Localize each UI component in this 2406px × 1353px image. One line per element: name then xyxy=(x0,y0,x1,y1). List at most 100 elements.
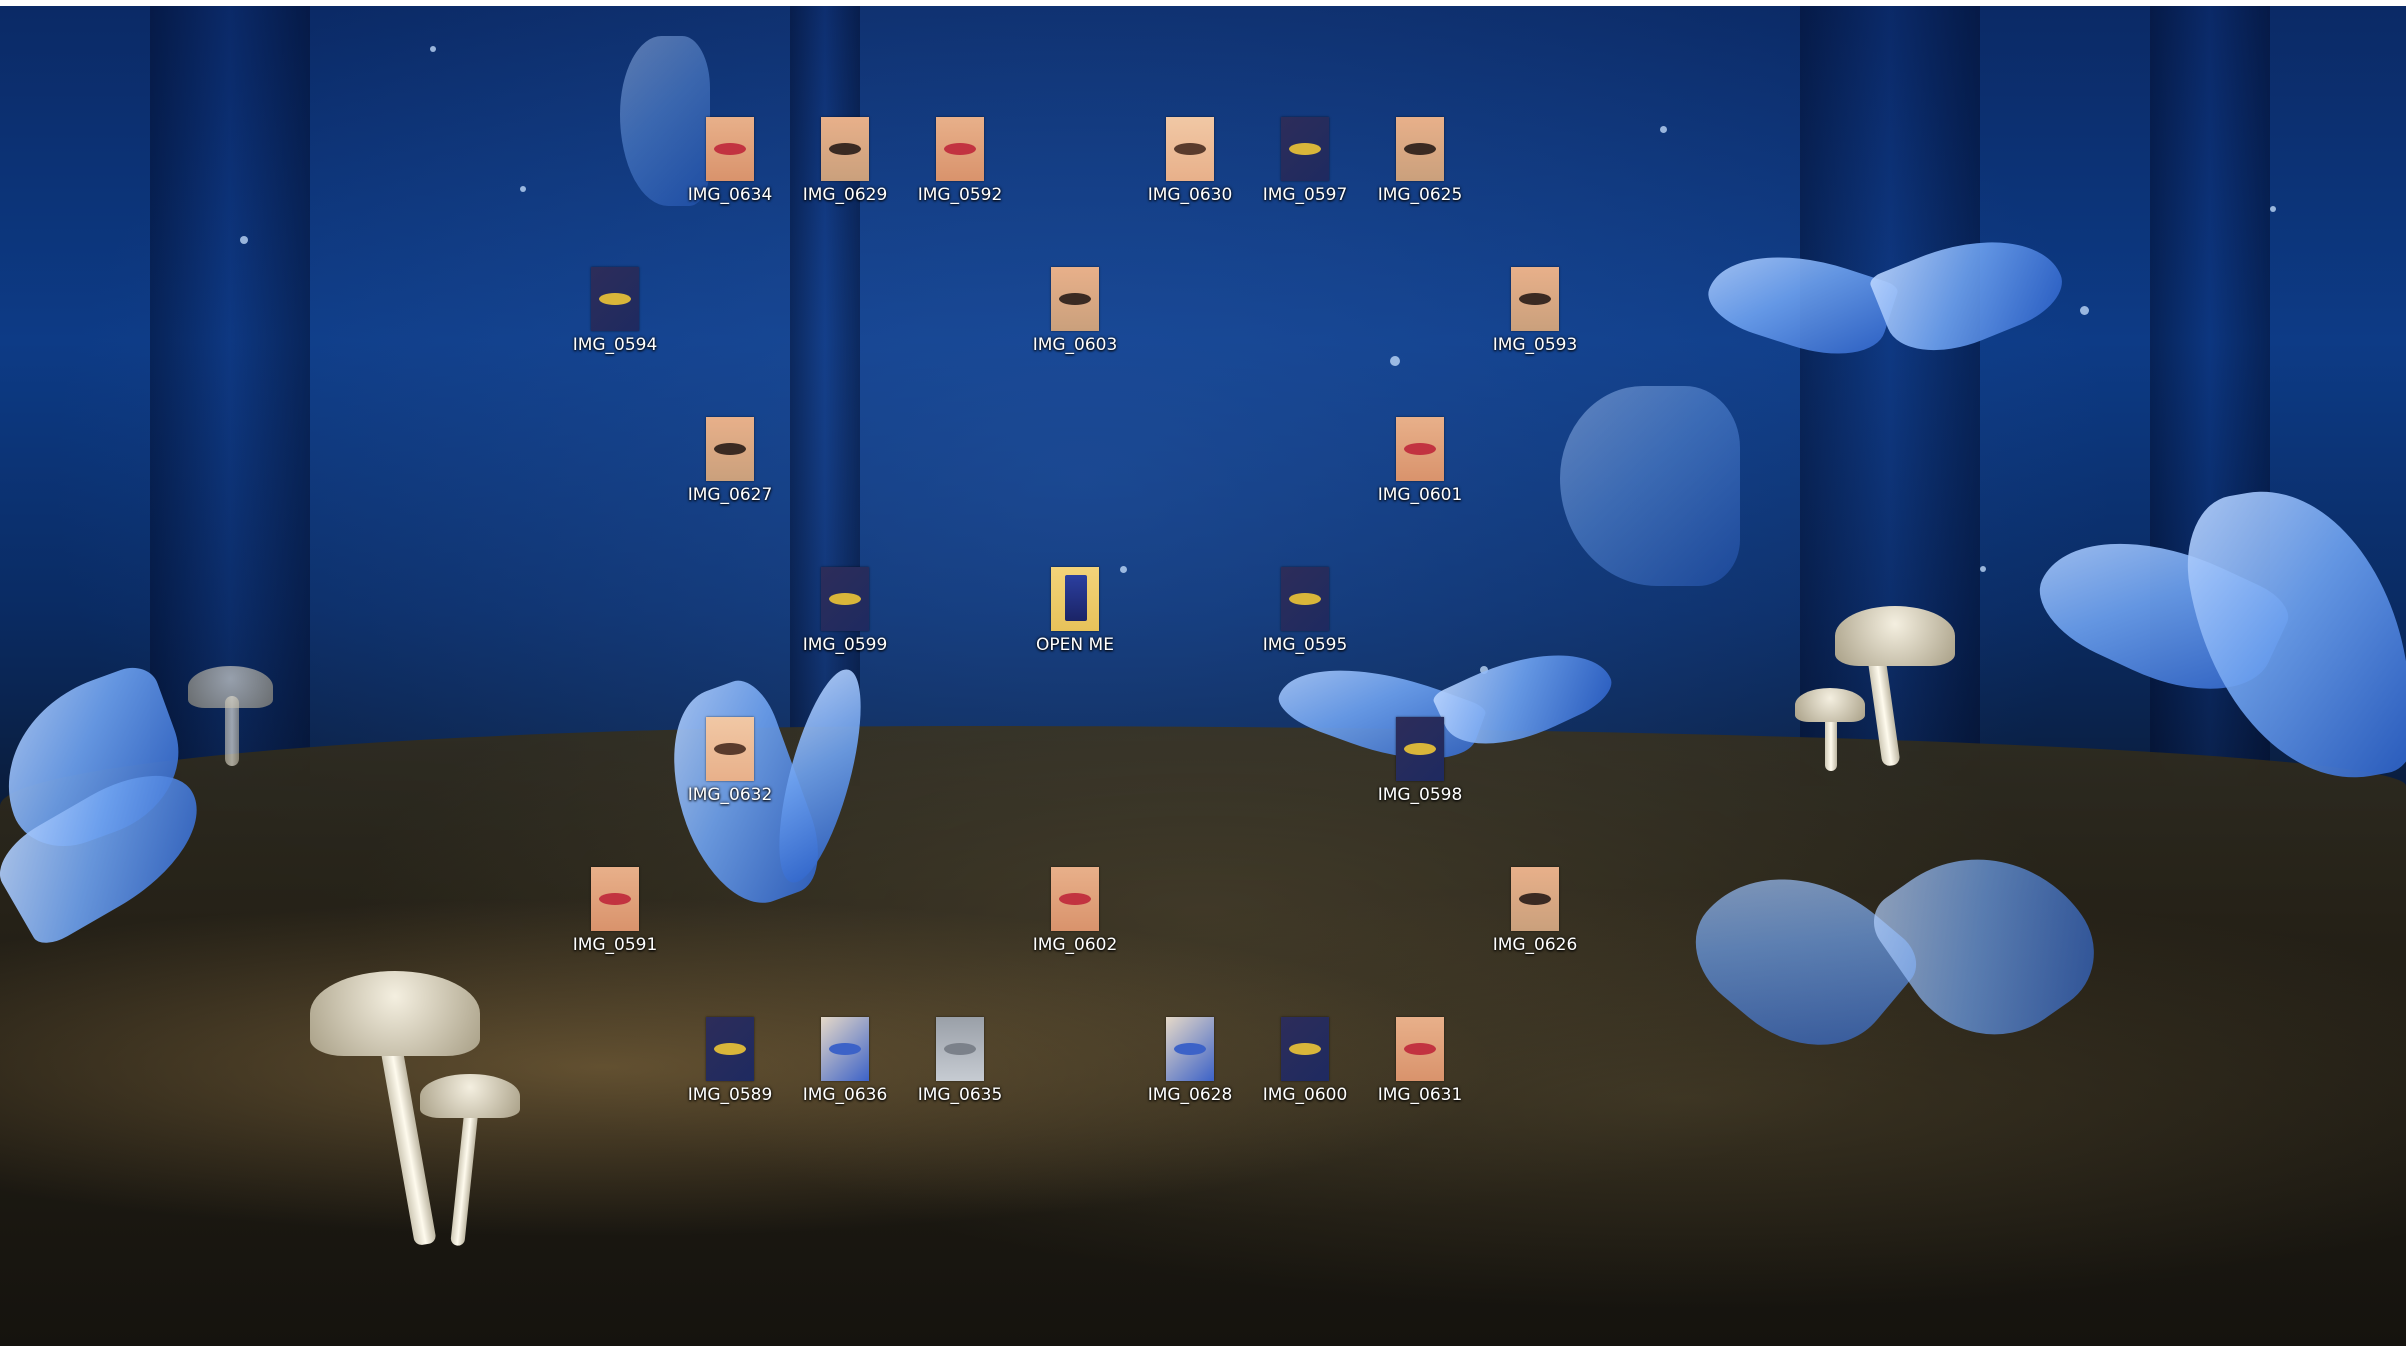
desktop-icon-label: IMG_0594 xyxy=(572,335,658,355)
thumbnail-detail xyxy=(1174,1043,1206,1055)
image-thumbnail-icon xyxy=(1166,1017,1214,1081)
bokeh-dot xyxy=(240,236,248,244)
desktop-file-icon[interactable]: IMG_0594 xyxy=(555,265,675,365)
thumbnail-detail xyxy=(714,143,746,155)
thumbnail-detail xyxy=(1289,143,1321,155)
desktop-file-icon[interactable]: IMG_0602 xyxy=(1015,865,1135,965)
wallpaper-tree-trunk xyxy=(1800,6,1980,786)
thumbnail-detail xyxy=(1059,293,1091,305)
mushroom-cap xyxy=(188,666,273,708)
thumbnail-detail xyxy=(1404,1043,1436,1055)
desktop-icon-label: IMG_0592 xyxy=(917,185,1003,205)
screen-frame-bottom xyxy=(0,1346,2406,1353)
desktop-icon-label: IMG_0603 xyxy=(1032,335,1118,355)
image-thumbnail-icon xyxy=(706,417,754,481)
bokeh-dot xyxy=(520,186,526,192)
image-thumbnail-icon xyxy=(821,567,869,631)
thumbnail-detail xyxy=(829,593,861,605)
thumbnail-detail xyxy=(599,293,631,305)
image-thumbnail-icon xyxy=(1511,267,1559,331)
desktop-file-icon[interactable]: IMG_0603 xyxy=(1015,265,1135,365)
desktop-icon-label: IMG_0635 xyxy=(917,1085,1003,1105)
mushroom-cap xyxy=(1835,606,1955,666)
desktop-icon-label: IMG_0597 xyxy=(1262,185,1348,205)
desktop-file-icon[interactable]: IMG_0601 xyxy=(1360,415,1480,515)
image-thumbnail-icon xyxy=(936,117,984,181)
bokeh-dot xyxy=(1390,356,1400,366)
desktop-folder-open-me[interactable]: OPEN ME xyxy=(1015,565,1135,665)
mushroom-cap xyxy=(310,971,480,1056)
image-thumbnail-icon xyxy=(821,1017,869,1081)
desktop-file-icon[interactable]: IMG_0600 xyxy=(1245,1015,1365,1115)
desktop-file-icon[interactable]: IMG_0629 xyxy=(785,115,905,215)
thumbnail-detail xyxy=(944,1043,976,1055)
image-thumbnail-icon xyxy=(706,1017,754,1081)
thumbnail-detail xyxy=(714,743,746,755)
bokeh-dot xyxy=(1980,566,1986,572)
image-thumbnail-icon xyxy=(1396,417,1444,481)
desktop-file-icon[interactable]: IMG_0595 xyxy=(1245,565,1365,665)
desktop-file-icon[interactable]: IMG_0597 xyxy=(1245,115,1365,215)
thumbnail-detail xyxy=(829,1043,861,1055)
image-thumbnail-icon xyxy=(1396,117,1444,181)
butterfly-wing xyxy=(1560,386,1740,586)
desktop-file-icon[interactable]: IMG_0630 xyxy=(1130,115,1250,215)
desktop-file-icon[interactable]: IMG_0593 xyxy=(1475,265,1595,365)
thumbnail-detail xyxy=(829,143,861,155)
image-thumbnail-icon xyxy=(1281,567,1329,631)
desktop-icon-label: IMG_0626 xyxy=(1492,935,1578,955)
thumbnail-detail xyxy=(1519,293,1551,305)
bokeh-dot xyxy=(2080,306,2089,315)
bokeh-dot xyxy=(1660,126,1667,133)
desktop-file-icon[interactable]: IMG_0626 xyxy=(1475,865,1595,965)
desktop-icon-label: IMG_0601 xyxy=(1377,485,1463,505)
desktop-icon-label: IMG_0629 xyxy=(802,185,888,205)
thumbnail-detail xyxy=(1404,443,1436,455)
image-thumbnail-icon xyxy=(821,117,869,181)
desktop-icon-label: IMG_0636 xyxy=(802,1085,888,1105)
desktop-icon-label: IMG_0628 xyxy=(1147,1085,1233,1105)
image-thumbnail-icon xyxy=(706,117,754,181)
bokeh-dot xyxy=(430,46,436,52)
desktop-file-icon[interactable]: IMG_0635 xyxy=(900,1015,1020,1115)
thumbnail-detail xyxy=(599,893,631,905)
screen-frame-top xyxy=(0,0,2406,6)
image-thumbnail-icon xyxy=(1051,867,1099,931)
desktop-icon-label: IMG_0631 xyxy=(1377,1085,1463,1105)
desktop-file-icon[interactable]: IMG_0628 xyxy=(1130,1015,1250,1115)
thumbnail-detail xyxy=(714,443,746,455)
thumbnail-detail xyxy=(1289,593,1321,605)
image-thumbnail-icon xyxy=(1396,717,1444,781)
desktop-file-icon[interactable]: IMG_0631 xyxy=(1360,1015,1480,1115)
desktop-file-icon[interactable]: IMG_0627 xyxy=(670,415,790,515)
thumbnail-detail xyxy=(1404,743,1436,755)
mushroom-cap xyxy=(420,1074,520,1118)
desktop-icon-label: IMG_0634 xyxy=(687,185,773,205)
thumbnail-detail xyxy=(1059,893,1091,905)
mushroom-cap xyxy=(1795,688,1865,722)
desktop-icon-label: IMG_0591 xyxy=(572,935,658,955)
desktop-icon-label: IMG_0600 xyxy=(1262,1085,1348,1105)
image-thumbnail-icon xyxy=(591,267,639,331)
desktop-file-icon[interactable]: IMG_0625 xyxy=(1360,115,1480,215)
desktop-icon-label: IMG_0632 xyxy=(687,785,773,805)
desktop-file-icon[interactable]: IMG_0632 xyxy=(670,715,790,815)
desktop-file-icon[interactable]: IMG_0591 xyxy=(555,865,675,965)
desktop-file-icon[interactable]: IMG_0636 xyxy=(785,1015,905,1115)
image-thumbnail-icon xyxy=(1396,1017,1444,1081)
desktop-icon-label: IMG_0593 xyxy=(1492,335,1578,355)
bokeh-dot xyxy=(2270,206,2276,212)
thumbnail-detail xyxy=(1404,143,1436,155)
thumbnail-detail xyxy=(944,143,976,155)
desktop-file-icon[interactable]: IMG_0599 xyxy=(785,565,905,665)
desktop-file-icon[interactable]: IMG_0589 xyxy=(670,1015,790,1115)
desktop-icon-label: IMG_0602 xyxy=(1032,935,1118,955)
desktop-file-icon[interactable]: IMG_0634 xyxy=(670,115,790,215)
thumbnail-detail xyxy=(1519,893,1551,905)
desktop-file-icon[interactable]: IMG_0592 xyxy=(900,115,1020,215)
image-thumbnail-icon xyxy=(1051,267,1099,331)
image-thumbnail-icon xyxy=(1511,867,1559,931)
desktop-icon-label: IMG_0625 xyxy=(1377,185,1463,205)
folder-preview-image xyxy=(1065,575,1087,621)
desktop-file-icon[interactable]: IMG_0598 xyxy=(1360,715,1480,815)
